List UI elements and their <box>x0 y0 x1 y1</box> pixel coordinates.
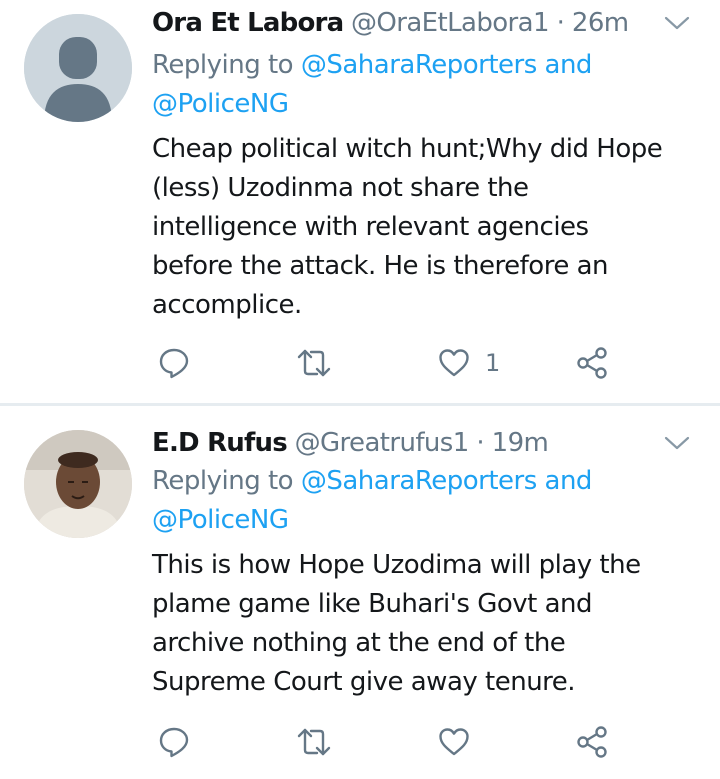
chevron-down-icon[interactable] <box>664 10 690 36</box>
replying-prefix: Replying to <box>152 50 301 80</box>
share-button[interactable] <box>575 343 609 383</box>
tweet-text-line: before the attack. He is therefore an <box>152 251 609 281</box>
chevron-down-icon[interactable] <box>664 430 690 456</box>
retweet-button[interactable] <box>296 722 332 762</box>
share-icon <box>577 347 607 379</box>
tweet-text-line: intelligence with relevant agencies <box>152 212 589 242</box>
replying-prefix: Replying to <box>152 466 301 496</box>
tweet[interactable]: Ora Et Labora @OraEtLabora1 · 26m Replyi… <box>0 0 720 403</box>
user-handle[interactable]: @Greatrufus1 <box>295 428 470 458</box>
tweet-text: This is how Hope Uzodima will play the p… <box>152 546 692 702</box>
share-button[interactable] <box>575 722 609 762</box>
mention-link[interactable]: @SaharaReporters <box>301 466 537 496</box>
tweet-header: E.D Rufus @Greatrufus1 · 19m <box>152 426 640 460</box>
replying-to: Replying to @SaharaReporters and @Police… <box>152 46 680 124</box>
action-bar <box>152 722 632 762</box>
tweet[interactable]: E.D Rufus @Greatrufus1 · 19m Replying to… <box>0 406 720 779</box>
display-name[interactable]: E.D Rufus <box>152 428 288 458</box>
separator-dot: · <box>556 8 565 38</box>
tweet-text-line: Supreme Court give away tenure. <box>152 667 576 697</box>
reply-icon <box>159 727 189 758</box>
share-icon <box>577 726 607 758</box>
mention-link[interactable]: @PoliceNG <box>152 505 289 535</box>
mention-link[interactable]: @SaharaReporters <box>301 50 537 80</box>
avatar[interactable] <box>24 430 132 538</box>
tweet-text-line: plame game like Buhari's Govt and <box>152 589 593 619</box>
action-bar: 1 <box>152 343 632 383</box>
tweet-text: Cheap political witch hunt;Why did Hope … <box>152 130 692 325</box>
separator-dot: · <box>476 428 484 458</box>
retweet-button[interactable] <box>296 343 332 383</box>
tweet-text-line: accomplice. <box>152 290 302 320</box>
like-count: 1 <box>485 349 501 377</box>
retweet-icon <box>297 349 331 377</box>
tweet-text-line: archive nothing at the end of the <box>152 628 566 658</box>
timestamp[interactable]: 19m <box>492 428 549 458</box>
user-photo <box>24 430 132 538</box>
user-handle[interactable]: @OraEtLabora1 <box>351 8 550 38</box>
tweet-text-line: (less) Uzodinma not share the <box>152 173 529 203</box>
timestamp[interactable]: 26m <box>572 8 629 38</box>
default-avatar-icon <box>24 14 132 122</box>
replying-to: Replying to @SaharaReporters and @Police… <box>152 462 680 540</box>
like-icon <box>439 728 469 756</box>
reply-icon <box>159 348 189 379</box>
replying-and[interactable]: and <box>537 466 593 496</box>
like-button[interactable]: 1 <box>437 343 500 383</box>
tweet-text-line: Cheap political witch hunt;Why did Hope <box>152 134 663 164</box>
avatar[interactable] <box>24 14 132 122</box>
reply-button[interactable] <box>157 722 191 762</box>
display-name[interactable]: Ora Et Labora <box>152 8 344 38</box>
tweet-text-line: This is how Hope Uzodima will play the <box>152 550 641 580</box>
like-button[interactable] <box>437 722 485 762</box>
like-icon <box>439 349 469 377</box>
tweet-header: Ora Et Labora @OraEtLabora1 · 26m <box>152 6 640 40</box>
reply-button[interactable] <box>157 343 191 383</box>
mention-link[interactable]: @PoliceNG <box>152 89 289 119</box>
replying-and[interactable]: and <box>537 50 593 80</box>
retweet-icon <box>297 728 331 756</box>
